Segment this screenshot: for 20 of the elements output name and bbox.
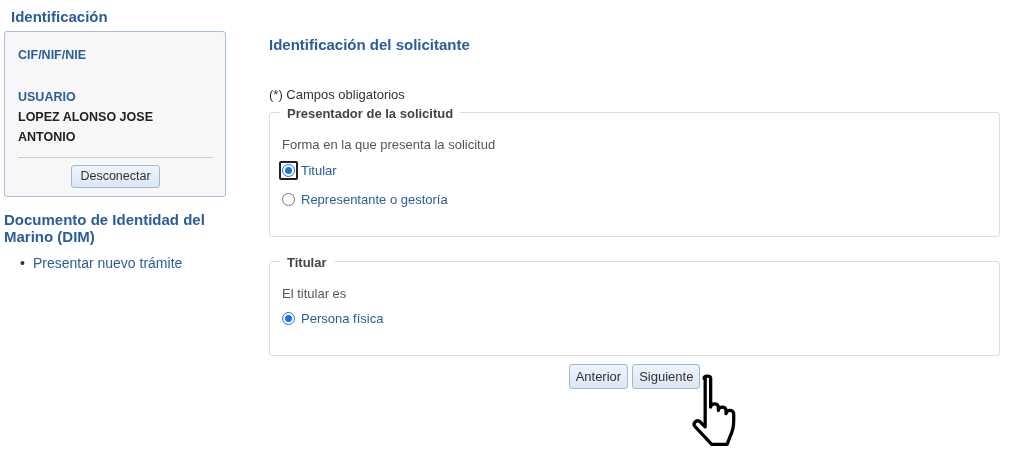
- sidebar-heading: Identificación: [11, 7, 109, 27]
- section-heading: Documento de Identidad del Marino (DIM): [4, 210, 206, 245]
- user-label: USUARIO: [18, 89, 77, 107]
- user-name: LOPEZ ALONSO JOSE ANTONIO: [18, 109, 154, 146]
- back-button[interactable]: Anterior: [568, 363, 629, 389]
- id-label: CIF/NIF/NIE: [18, 46, 88, 64]
- nav-link[interactable]: Presentar nuevo trámite: [32, 252, 183, 273]
- option-label[interactable]: Representante o gestoría: [301, 190, 448, 210]
- radio-button[interactable]: [282, 193, 295, 207]
- radio-button[interactable]: [282, 312, 295, 326]
- logout-button[interactable]: Desconectar: [71, 165, 160, 188]
- option-label[interactable]: Titular: [301, 160, 337, 180]
- hand-cursor-icon: [692, 374, 737, 449]
- question-label: Forma en la que presenta la solicitud: [282, 136, 497, 154]
- next-button[interactable]: Siguiente: [632, 363, 701, 389]
- page-title: Identificación del solicitante: [269, 35, 471, 55]
- option-label[interactable]: Persona física: [301, 309, 384, 329]
- bullet: •: [20, 253, 25, 273]
- required-note: (*) Campos obligatorios: [269, 85, 406, 104]
- question-label: El titular es: [282, 284, 348, 303]
